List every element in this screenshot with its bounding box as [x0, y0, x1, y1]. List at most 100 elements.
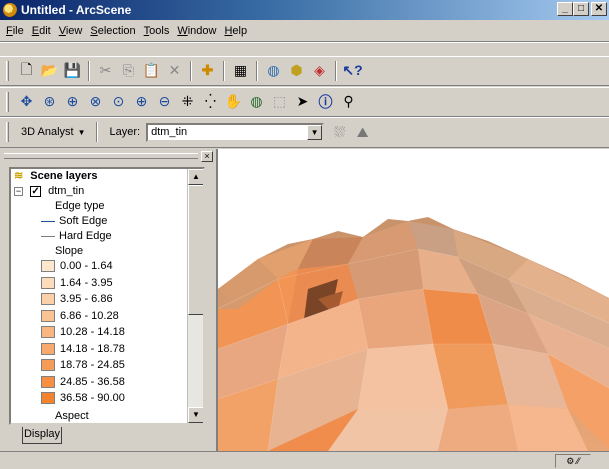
cut-icon[interactable]: ✂: [94, 60, 117, 82]
arccatalog-icon[interactable]: ◍: [262, 60, 285, 82]
layer-row-dtm-tin[interactable]: − ✓ dtm_tin: [14, 184, 84, 199]
slope-swatch: [41, 309, 55, 322]
edge-legend-item: Hard Edge: [41, 229, 112, 244]
slope-label: 14.18 - 18.78: [60, 342, 125, 355]
slope-legend-item: 6.86 - 10.28: [41, 309, 119, 324]
arcscene-app-icon: [3, 3, 17, 17]
menu-help[interactable]: Help: [220, 25, 251, 37]
create-contour-icon[interactable]: ⛆: [328, 121, 351, 143]
toc-scrollbar[interactable]: ▲ ▼: [187, 169, 203, 423]
3d-analyst-dropdown[interactable]: 3D Analyst ▼: [15, 126, 92, 138]
menu-bar: File Edit View Selection Tools Window Help: [0, 20, 609, 42]
edge-type-heading: Edge type: [55, 200, 105, 212]
zoom-extent-icon[interactable]: ⁜: [176, 91, 199, 113]
toolbar-separator: [190, 60, 192, 81]
layer-select[interactable]: dtm_tin ▼: [146, 122, 325, 142]
title-bar: Untitled - ArcScene _ □ ✕: [0, 0, 609, 20]
menu-selection[interactable]: Selection: [86, 25, 139, 37]
toolbox-icon[interactable]: ⬢: [285, 60, 308, 82]
add-data-icon[interactable]: ✚: [196, 60, 219, 82]
scroll-up-icon[interactable]: ▲: [188, 169, 203, 185]
new-document-icon[interactable]: 🗋: [15, 60, 38, 82]
menu-view[interactable]: View: [55, 25, 87, 37]
delete-icon[interactable]: ✕: [163, 60, 186, 82]
center-target-icon[interactable]: ⊕: [61, 91, 84, 113]
zoom-in-icon[interactable]: ⊕: [130, 91, 153, 113]
save-icon[interactable]: 💾: [61, 60, 84, 82]
slope-swatch: [41, 326, 55, 339]
slope-swatch: [41, 359, 55, 372]
chevron-down-icon: ▼: [77, 127, 86, 137]
slope-swatch: [41, 260, 55, 273]
zoom-out-icon[interactable]: ⊖: [153, 91, 176, 113]
find-icon[interactable]: ⚲: [337, 91, 360, 113]
slope-legend-item: 10.28 - 14.18: [41, 325, 125, 340]
slope-label: 36.58 - 90.00: [60, 392, 125, 404]
layer-visibility-checkbox[interactable]: ✓: [30, 186, 42, 197]
arcscene-icon[interactable]: ◈: [308, 60, 331, 82]
slope-swatch: [41, 375, 55, 388]
slope-label: 6.86 - 10.28: [60, 309, 119, 322]
menu-window[interactable]: Window: [173, 25, 220, 37]
toolbar-grip[interactable]: [6, 122, 9, 142]
full-extent-icon[interactable]: ⁛: [199, 91, 222, 113]
menu-file[interactable]: File: [2, 25, 28, 37]
toolbar-separator: [95, 122, 98, 142]
layer-label: Layer:: [109, 126, 141, 138]
layer-icon[interactable]: ⬚: [268, 91, 291, 113]
navigate-icon[interactable]: ✥: [15, 91, 38, 113]
slope-label: 24.85 - 36.58: [60, 375, 125, 388]
slope-label: 10.28 - 14.18: [60, 326, 125, 338]
zoom-to-target-icon[interactable]: ⊗: [84, 91, 107, 113]
edge-label: Soft Edge: [59, 215, 108, 227]
select-arrow-icon[interactable]: ➤: [291, 91, 314, 113]
toolbar-grip[interactable]: [6, 60, 9, 81]
layer-tree: ≋ Scene layers − ✓ dtm_tin Edge type Sof…: [9, 167, 205, 425]
slope-swatch: [41, 392, 55, 405]
paste-icon[interactable]: 📋: [140, 60, 163, 82]
panel-close-button[interactable]: ×: [201, 151, 213, 162]
tab-display[interactable]: Display: [22, 427, 62, 444]
scroll-thumb[interactable]: [188, 185, 203, 315]
layer-name: dtm_tin: [48, 185, 85, 197]
globe-icon[interactable]: ◍: [245, 91, 268, 113]
slope-label: 1.64 - 3.95: [60, 276, 113, 289]
scroll-down-icon[interactable]: ▼: [188, 407, 203, 423]
3d-analyst-toolbar: 3D Analyst ▼ Layer: dtm_tin ▼ ⛆ ⛰: [0, 117, 609, 148]
fly-icon[interactable]: ⊛: [38, 91, 61, 113]
panel-grip[interactable]: [4, 153, 198, 159]
identify-icon[interactable]: ⓘ: [314, 91, 337, 113]
toolbar-separator: [88, 60, 90, 81]
toolbar-separator: [256, 60, 258, 81]
open-folder-icon[interactable]: 📂: [38, 60, 61, 82]
edge-line-symbol: [41, 235, 55, 237]
menu-edit[interactable]: Edit: [28, 25, 55, 37]
collapse-icon[interactable]: −: [14, 187, 23, 196]
chevron-down-icon[interactable]: ▼: [307, 124, 323, 140]
close-button[interactable]: ✕: [591, 2, 607, 16]
steepest-path-icon[interactable]: ⛰: [351, 121, 374, 143]
slope-legend-item: 3.95 - 6.86: [41, 292, 113, 307]
slope-label: 0.00 - 1.64: [60, 260, 113, 272]
scene-view[interactable]: [216, 149, 609, 451]
toolbar-separator: [335, 60, 337, 81]
maximize-button[interactable]: □: [573, 2, 589, 16]
scene-layers-root[interactable]: ≋ Scene layers: [14, 169, 98, 184]
scene-layers-label: Scene layers: [30, 170, 98, 182]
slope-label: 18.78 - 24.85: [60, 359, 125, 371]
pan-icon[interactable]: ✋: [222, 91, 245, 113]
set-observer-icon[interactable]: ⊙: [107, 91, 130, 113]
scene-properties-icon[interactable]: ▦: [229, 60, 252, 82]
slope-legend-item: 14.18 - 18.78: [41, 342, 125, 357]
standard-toolbar: 🗋 📂 💾 ✂ ⎘ 📋 ✕ ✚ ▦ ◍ ⬢ ◈ ↖?: [0, 56, 609, 86]
toolbar-grip[interactable]: [6, 91, 9, 112]
whats-this-icon[interactable]: ↖?: [341, 60, 364, 82]
slope-legend-item: 18.78 - 24.85: [41, 358, 125, 373]
tools-toolbar: ✥ ⊛ ⊕ ⊗ ⊙ ⊕ ⊖ ⁜ ⁛ ✋ ◍ ⬚ ➤ ⓘ ⚲: [0, 87, 609, 117]
copy-icon[interactable]: ⎘: [117, 60, 140, 82]
minimize-button[interactable]: _: [557, 2, 573, 16]
menu-tools[interactable]: Tools: [140, 25, 174, 37]
slope-legend-item: 24.85 - 36.58: [41, 375, 125, 390]
status-indicator: ⚙ ⁄⁄: [555, 454, 591, 468]
edge-label: Hard Edge: [59, 230, 112, 242]
